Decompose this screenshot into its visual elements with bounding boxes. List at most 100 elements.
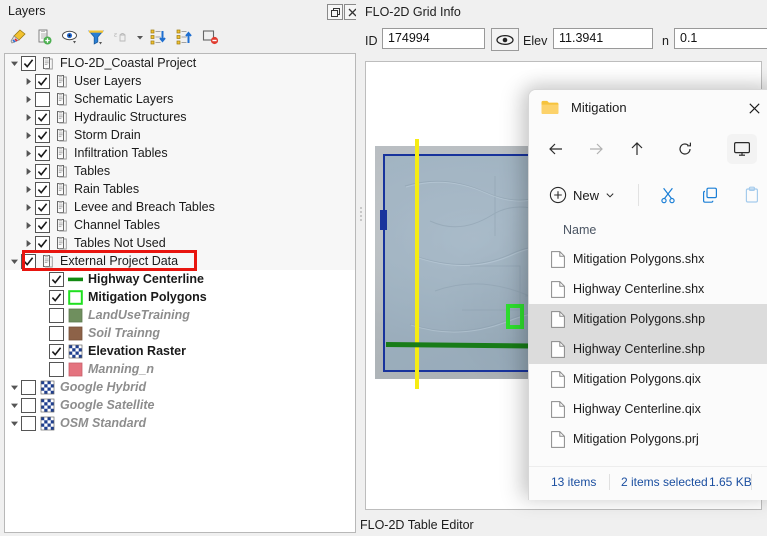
layer-visibility-checkbox[interactable] [35, 218, 50, 233]
layer-tree-item-highway-centerline[interactable]: Highway Centerline [5, 270, 355, 288]
layer-tree-item-landusetraining[interactable]: LandUseTraining [5, 306, 355, 324]
layer-visibility-checkbox[interactable] [49, 362, 64, 377]
explorer-titlebar[interactable]: Mitigation [529, 90, 767, 126]
paste-button[interactable] [737, 181, 767, 209]
eye-icon-button[interactable] [491, 28, 519, 51]
layer-tree-item-tables-not-used[interactable]: Tables Not Used [5, 234, 355, 252]
expand-collapse-toggle[interactable] [21, 144, 35, 162]
layer-tree-item-schematic-layers[interactable]: Schematic Layers [5, 90, 355, 108]
expand-collapse-toggle[interactable] [21, 234, 35, 252]
expand-collapse-toggle[interactable] [7, 54, 21, 72]
layer-visibility-checkbox[interactable] [35, 200, 50, 215]
file-list-row[interactable]: Mitigation Polygons.prj [529, 424, 767, 454]
layer-tree-item-channel-tables[interactable]: Channel Tables [5, 216, 355, 234]
file-name-label: Highway Centerline.shx [573, 282, 704, 296]
expand-collapse-toggle[interactable] [21, 162, 35, 180]
file-list-row[interactable]: Highway Centerline.shx [529, 274, 767, 304]
layer-visibility-checkbox[interactable] [49, 308, 64, 323]
layer-tree-item-soil-trainng[interactable]: Soil Trainng [5, 324, 355, 342]
layer-visibility-checkbox[interactable] [35, 110, 50, 125]
layer-tree-item-infiltration-tables[interactable]: Infiltration Tables [5, 144, 355, 162]
expand-collapse-toggle[interactable] [21, 108, 35, 126]
file-explorer-window[interactable]: Mitigation New [528, 89, 767, 500]
open-layer-styling-panel-icon[interactable] [6, 25, 30, 49]
layer-tree-item-flo-2d-coastal-project[interactable]: FLO-2D_Coastal Project [5, 54, 355, 72]
file-list-row[interactable]: Highway Centerline.shp [529, 334, 767, 364]
layer-visibility-checkbox[interactable] [35, 164, 50, 179]
layer-visibility-checkbox[interactable] [35, 182, 50, 197]
layer-tree-item-google-satellite[interactable]: Google Satellite [5, 396, 355, 414]
explorer-command-bar: New [529, 172, 767, 219]
back-button[interactable] [541, 134, 571, 164]
panel-splitter-handle[interactable] [358, 205, 363, 229]
explorer-file-list[interactable]: Mitigation Polygons.shx Highway Centerlin… [529, 244, 767, 466]
cut-button[interactable] [653, 181, 683, 209]
file-list-row[interactable]: Mitigation Polygons.qix [529, 364, 767, 394]
expand-collapse-toggle[interactable] [7, 414, 21, 432]
expand-collapse-toggle[interactable] [21, 126, 35, 144]
layer-visibility-checkbox[interactable] [35, 128, 50, 143]
manage-map-themes-icon[interactable] [58, 25, 82, 49]
layer-tree-item-external-project-data[interactable]: External Project Data [5, 252, 355, 270]
layer-visibility-checkbox[interactable] [49, 272, 64, 287]
explorer-column-header[interactable]: Name [529, 218, 767, 244]
layer-visibility-checkbox[interactable] [49, 344, 64, 359]
layer-visibility-checkbox[interactable] [21, 416, 36, 431]
twisty-placeholder [35, 288, 49, 306]
layer-tree-item-label: Soil Trainng [88, 324, 160, 342]
layer-tree-item-google-hybrid[interactable]: Google Hybrid [5, 378, 355, 396]
float-button[interactable] [327, 4, 343, 20]
layer-tree-item-hydraulic-structures[interactable]: Hydraulic Structures [5, 108, 355, 126]
layer-tree-item-elevation-raster[interactable]: Elevation Raster [5, 342, 355, 360]
expand-collapse-toggle[interactable] [21, 72, 35, 90]
layer-visibility-checkbox[interactable] [21, 380, 36, 395]
copy-button[interactable] [695, 181, 725, 209]
layer-visibility-checkbox[interactable] [35, 146, 50, 161]
layer-visibility-checkbox[interactable] [21, 398, 36, 413]
file-list-row[interactable]: Highway Centerline.qix [529, 394, 767, 424]
elev-field[interactable]: 11.3941 [553, 28, 653, 49]
manning-n-field[interactable]: 0.1 [674, 28, 767, 49]
layers-tree[interactable]: FLO-2D_Coastal ProjectUser LayersSchemat… [4, 53, 356, 533]
expand-collapse-toggle[interactable] [7, 378, 21, 396]
expand-collapse-toggle[interactable] [21, 198, 35, 216]
layer-visibility-checkbox[interactable] [35, 74, 50, 89]
layer-tree-item-manning-n[interactable]: Manning_n [5, 360, 355, 378]
layer-tree-item-rain-tables[interactable]: Rain Tables [5, 180, 355, 198]
expand-collapse-toggle[interactable] [21, 216, 35, 234]
collapse-all-icon[interactable] [172, 25, 196, 49]
layer-visibility-checkbox[interactable] [49, 290, 64, 305]
layer-tree-item-levee-and-breach-tables[interactable]: Levee and Breach Tables [5, 198, 355, 216]
expand-collapse-toggle[interactable] [7, 396, 21, 414]
file-list-row[interactable]: Mitigation Polygons.shx [529, 244, 767, 274]
add-group-icon[interactable] [32, 25, 56, 49]
expand-collapse-toggle[interactable] [21, 180, 35, 198]
layer-tree-item-mitigation-polygons[interactable]: Mitigation Polygons [5, 288, 355, 306]
filter-legend-icon[interactable] [84, 25, 108, 49]
layer-tree-item-osm-standard[interactable]: OSM Standard [5, 414, 355, 432]
layer-visibility-checkbox[interactable] [21, 254, 36, 269]
layer-tree-item-tables[interactable]: Tables [5, 162, 355, 180]
grid-extent-handle[interactable] [380, 210, 387, 230]
layer-tree-item-user-layers[interactable]: User Layers [5, 72, 355, 90]
layer-visibility-checkbox[interactable] [35, 92, 50, 107]
expand-collapse-toggle[interactable] [7, 252, 21, 270]
layer-tree-item-storm-drain[interactable]: Storm Drain [5, 126, 355, 144]
layer-visibility-checkbox[interactable] [21, 56, 36, 71]
close-window-button[interactable] [741, 98, 767, 118]
refresh-button[interactable] [670, 134, 700, 164]
layer-visibility-checkbox[interactable] [35, 236, 50, 251]
column-header-name[interactable]: Name [563, 223, 596, 237]
expand-all-icon[interactable] [146, 25, 170, 49]
id-field[interactable]: 174994 [382, 28, 485, 49]
this-pc-button[interactable] [727, 134, 757, 164]
remove-layer-icon[interactable] [198, 25, 222, 49]
up-button[interactable] [622, 134, 652, 164]
layer-visibility-checkbox[interactable] [49, 326, 64, 341]
expand-collapse-toggle[interactable] [21, 90, 35, 108]
forward-button[interactable] [581, 134, 611, 164]
twisty-placeholder [35, 306, 49, 324]
file-list-row[interactable]: Mitigation Polygons.shp [529, 304, 767, 334]
chevron-right-icon [24, 239, 33, 248]
new-button[interactable]: New [543, 181, 621, 209]
